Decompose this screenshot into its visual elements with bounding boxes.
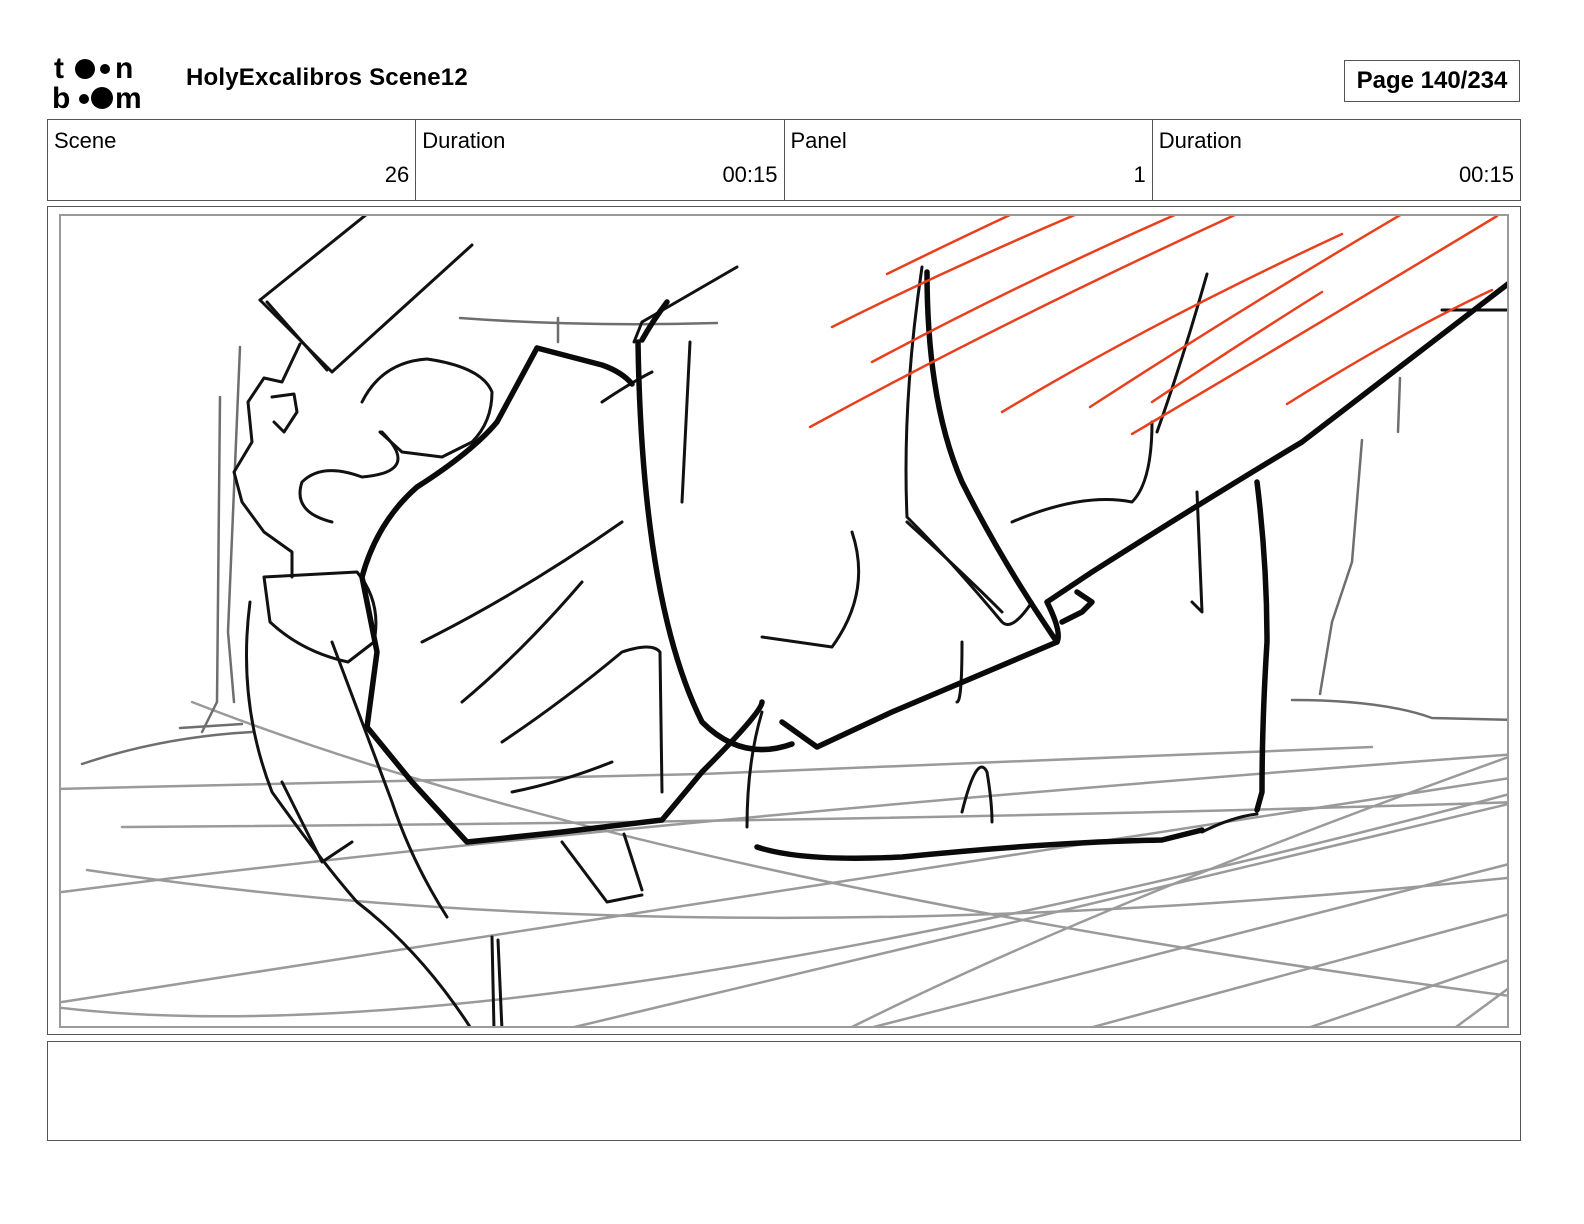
scene-duration-value: 00:15	[722, 162, 778, 187]
page-indicator-text: Page 140/234	[1356, 67, 1508, 94]
svg-text:t: t	[54, 52, 64, 85]
panel-cell: Panel 1	[785, 120, 1153, 200]
storyboard-sketch-image	[61, 216, 1507, 1026]
panel-label: Panel	[790, 128, 847, 153]
floor-grid	[61, 700, 1507, 1026]
scene-value: 26	[384, 162, 410, 187]
scene-label: Scene	[54, 128, 117, 153]
svg-text:n: n	[115, 52, 133, 85]
scene-duration-cell: Duration 00:15	[416, 120, 785, 200]
scene-cell: Scene 26	[48, 120, 417, 200]
panel-duration-label: Duration	[1158, 128, 1242, 153]
scene-duration-label: Duration	[422, 128, 506, 153]
svg-text:m: m	[115, 82, 142, 112]
svg-text:b: b	[52, 82, 70, 112]
panel-duration-cell: Duration 00:15	[1153, 120, 1520, 200]
toon-boom-logo: t n b m	[52, 52, 164, 112]
page-indicator: Page 140/234	[1344, 60, 1520, 102]
storyboard-panel	[59, 214, 1509, 1028]
panel-duration-value: 00:15	[1458, 162, 1514, 187]
background-pillars	[80, 316, 1507, 766]
panel-notes-box	[47, 1041, 1521, 1141]
project-title: HolyExcalibros Scene12	[186, 64, 468, 91]
panel-value: 1	[1133, 162, 1146, 187]
scene-info-table: Scene 26 Duration 00:15 Panel 1 Duration…	[47, 119, 1521, 201]
